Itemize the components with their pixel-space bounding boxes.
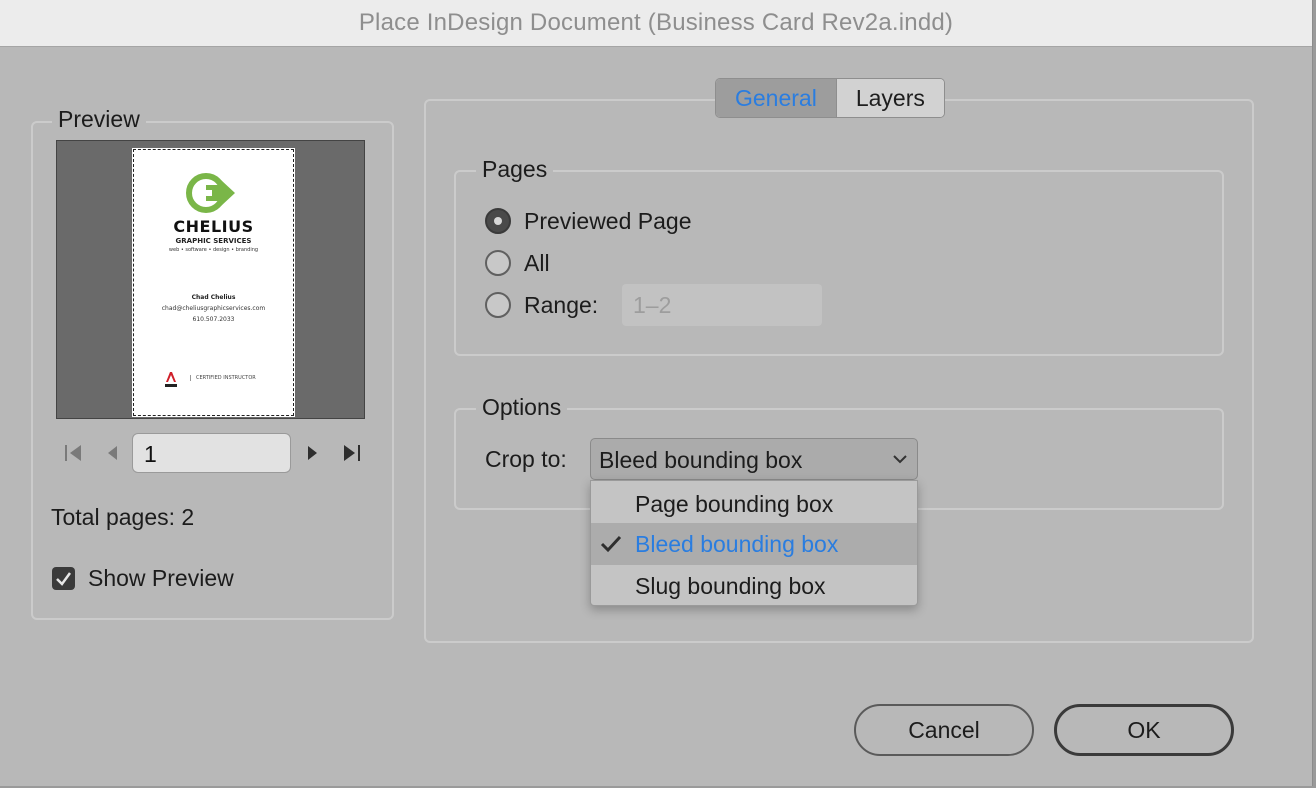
crop-to-value: Bleed bounding box <box>599 447 803 473</box>
pages-legend: Pages <box>476 156 554 183</box>
tab-bar: General Layers <box>715 78 945 118</box>
radio-range-label[interactable]: Range: <box>524 292 598 319</box>
title-bar: Place InDesign Document (Business Card R… <box>0 0 1312 47</box>
card-person: Chad Chelius <box>191 294 236 301</box>
card-email: chad@cheliusgraphicservices.com <box>161 305 266 312</box>
card-company: CHELIUS <box>173 217 254 236</box>
crop-to-select[interactable]: Bleed bounding box <box>590 438 918 480</box>
radio-previewed-page[interactable] <box>485 208 511 234</box>
radio-all-label[interactable]: All <box>524 250 550 277</box>
menu-item-label: Page bounding box <box>635 491 834 517</box>
show-preview-label[interactable]: Show Preview <box>88 565 234 592</box>
menu-item-label: Bleed bounding box <box>635 531 839 557</box>
radio-previewed-page-label[interactable]: Previewed Page <box>524 208 692 235</box>
previous-page-icon[interactable] <box>104 443 120 463</box>
checkmark-icon <box>600 535 622 553</box>
total-pages-text: Total pages: 2 <box>51 504 195 530</box>
crop-to-dropdown-menu: Page bounding box Bleed bounding box Slu… <box>590 480 918 606</box>
preview-thumbnail: CHELIUS GRAPHIC SERVICES web • software … <box>56 140 365 419</box>
checkmark-icon <box>56 572 72 586</box>
radio-all[interactable] <box>485 250 511 276</box>
page-number-field[interactable]: 1 <box>132 433 291 473</box>
preview-legend: Preview <box>52 106 146 133</box>
radio-range[interactable] <box>485 292 511 318</box>
menu-item-label: Slug bounding box <box>635 573 826 599</box>
pages-group <box>454 170 1224 356</box>
card-tagline: web • software • design • branding <box>168 247 259 253</box>
card-subtitle: GRAPHIC SERVICES <box>175 237 252 245</box>
options-legend: Options <box>476 394 568 421</box>
window-title: Place InDesign Document (Business Card R… <box>358 9 954 36</box>
menu-item-bleed-bounding-box[interactable]: Bleed bounding box <box>591 523 917 565</box>
next-page-icon[interactable] <box>305 443 321 463</box>
adobe-logo-icon <box>164 370 178 388</box>
card-phone: 610.507.2033 <box>192 316 235 323</box>
chevron-down-icon <box>893 455 907 464</box>
show-preview-checkbox[interactable] <box>52 567 75 590</box>
last-page-icon[interactable] <box>341 443 363 463</box>
cancel-button[interactable]: Cancel <box>854 704 1034 756</box>
business-card-preview: CHELIUS GRAPHIC SERVICES web • software … <box>132 148 295 417</box>
chelius-logo-icon <box>186 173 235 213</box>
menu-item-slug-bounding-box[interactable]: Slug bounding box <box>591 565 917 607</box>
tab-general[interactable]: General <box>716 79 837 117</box>
first-page-icon[interactable] <box>63 443 85 463</box>
menu-item-page-bounding-box[interactable]: Page bounding box <box>591 483 917 525</box>
card-certification: CERTIFIED INSTRUCTOR <box>190 375 256 381</box>
tab-layers[interactable]: Layers <box>836 79 944 117</box>
crop-to-label: Crop to: <box>485 446 567 472</box>
range-field[interactable]: 1–2 <box>622 284 822 326</box>
place-dialog: Place InDesign Document (Business Card R… <box>0 0 1313 786</box>
ok-button[interactable]: OK <box>1054 704 1234 756</box>
